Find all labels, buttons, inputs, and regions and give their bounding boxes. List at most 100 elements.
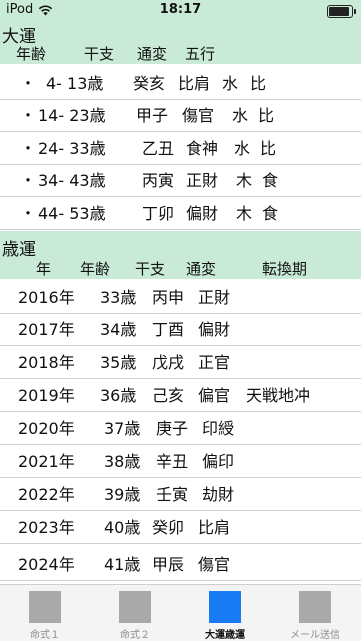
saiun-age: 39歳 (104, 485, 141, 504)
saiun-age: 33歳 (100, 288, 137, 307)
status-bar: iPod 18:17 (0, 0, 361, 20)
row-bullet: ・ (20, 139, 37, 158)
saiun-row[interactable]: 2019年 36歳 己亥 偏官 天戦地冲 (0, 380, 361, 412)
saiun-year: 2016年 (18, 288, 75, 307)
daiun-kanshi: 丙寅 (142, 171, 175, 190)
tab-label: 大運歳運 (205, 630, 245, 641)
saiun-age: 40歳 (104, 518, 141, 537)
saiun-kanshi: 己亥 (152, 386, 185, 405)
status-time: 18:17 (159, 2, 202, 17)
saiun-tsuhen: 劫財 (202, 485, 235, 504)
daiun-col-age: 年齢 (16, 45, 47, 63)
saiun-kanshi: 丙申 (152, 288, 185, 307)
daiun-kanshi: 乙丑 (142, 139, 175, 158)
saiun-tsuhen: 傷官 (198, 555, 231, 574)
saiun-kanshi: 壬寅 (156, 485, 189, 504)
saiun-year: 2024年 (18, 555, 75, 574)
tab-mail-send[interactable]: メール送信 (270, 585, 360, 641)
daiun-col-gogyo: 五行 (185, 45, 216, 63)
saiun-age: 38歳 (104, 452, 141, 471)
tab-daiun-saiun[interactable]: 大運歳運 (180, 585, 270, 641)
daiun-row[interactable]: ・ 4- 13歳 癸亥 比肩 水 比 (0, 68, 361, 100)
saiun-tsuhen: 正財 (198, 288, 231, 307)
saiun-age: 37歳 (104, 419, 141, 438)
daiun-kanshi: 癸亥 (133, 74, 166, 93)
saiun-tsuhen: 偏財 (198, 320, 231, 339)
saiun-col-age: 年齢 (80, 260, 111, 278)
saiun-age: 36歳 (100, 386, 137, 405)
daiun-header: 大運 年齢 干支 通変 五行 (0, 20, 361, 64)
saiun-tsuhen: 比肩 (198, 518, 231, 537)
saiun-tsuhen: 偏印 (202, 452, 235, 471)
daiun-age: 14- 23歳 (38, 106, 106, 125)
saiun-year: 2017年 (18, 320, 75, 339)
daiun-relation: 食 (262, 204, 279, 223)
daiun-relation: 比 (260, 139, 277, 158)
daiun-age: 44- 53歳 (38, 204, 106, 223)
daiun-col-tsuhen: 通変 (137, 45, 168, 63)
daiun-kanshi: 丁卯 (142, 204, 175, 223)
daiun-relation: 比 (250, 74, 267, 93)
daiun-kanshi: 甲子 (136, 106, 169, 125)
daiun-age: 4- 13歳 (46, 74, 104, 93)
daiun-age: 24- 33歳 (38, 139, 106, 158)
saiun-tenkan: 天戦地冲 (246, 386, 311, 405)
saiun-col-tsuhen: 通変 (186, 260, 217, 278)
tab-bar: 命式１ 命式２ 大運歳運 メール送信 (0, 584, 361, 641)
daiun-relation: 比 (258, 106, 275, 125)
saiun-kanshi: 甲辰 (152, 555, 185, 574)
daiun-age: 34- 43歳 (38, 171, 106, 190)
daiun-tsuhen: 食神 (186, 139, 219, 158)
saiun-row[interactable]: 2022年 39歳 壬寅 劫財 (0, 479, 361, 511)
tab-label: 命式２ (120, 630, 150, 641)
saiun-year: 2019年 (18, 386, 75, 405)
saiun-year: 2022年 (18, 485, 75, 504)
daiun-col-kanshi: 干支 (84, 45, 115, 63)
saiun-row[interactable]: 2017年 34歳 丁酉 偏財 (0, 314, 361, 346)
saiun-kanshi: 戊戌 (152, 353, 185, 372)
saiun-tsuhen: 正官 (198, 353, 231, 372)
tab-meishiki-2[interactable]: 命式２ (90, 585, 180, 641)
saiun-age: 34歳 (100, 320, 137, 339)
saiun-year: 2023年 (18, 518, 75, 537)
saiun-row[interactable]: 2020年 37歳 庚子 印綬 (0, 413, 361, 445)
saiun-title: 歳運 (2, 240, 36, 260)
saiun-age: 41歳 (104, 555, 141, 574)
tab-label: 命式１ (30, 630, 60, 641)
saiun-age: 35歳 (100, 353, 137, 372)
saiun-row[interactable]: 2023年 40歳 癸卯 比肩 (0, 512, 361, 544)
saiun-row[interactable]: 2021年 38歳 辛丑 偏印 (0, 446, 361, 478)
daiun-gogyo: 木 (236, 204, 253, 223)
tab-placeholder-icon (299, 591, 331, 623)
saiun-kanshi: 丁酉 (152, 320, 185, 339)
saiun-row[interactable]: 2024年 41歳 甲辰 傷官 (0, 549, 361, 581)
daiun-tsuhen: 偏財 (186, 204, 219, 223)
tab-placeholder-icon (209, 591, 241, 623)
tab-placeholder-icon (29, 591, 61, 623)
daiun-row[interactable]: ・ 44- 53歳 丁卯 偏財 木 食 (0, 198, 361, 230)
daiun-gogyo: 水 (222, 74, 239, 93)
row-bullet: ・ (20, 204, 37, 223)
row-bullet: ・ (20, 74, 37, 93)
saiun-kanshi: 癸卯 (152, 518, 185, 537)
tab-label: メール送信 (290, 630, 340, 641)
saiun-row[interactable]: 2018年 35歳 戊戌 正官 (0, 347, 361, 379)
row-bullet: ・ (20, 106, 37, 125)
daiun-relation: 食 (262, 171, 279, 190)
tab-placeholder-icon (119, 591, 151, 623)
daiun-tsuhen: 正財 (186, 171, 219, 190)
saiun-col-kanshi: 干支 (135, 260, 166, 278)
battery-icon (327, 5, 356, 18)
tab-meishiki-1[interactable]: 命式１ (0, 585, 90, 641)
daiun-row[interactable]: ・ 24- 33歳 乙丑 食神 水 比 (0, 133, 361, 165)
saiun-header: 歳運 年 年齢 干支 通変 転換期 (0, 231, 361, 279)
saiun-year: 2020年 (18, 419, 75, 438)
saiun-kanshi: 辛丑 (156, 452, 189, 471)
saiun-row[interactable]: 2016年 33歳 丙申 正財 (0, 282, 361, 314)
daiun-row[interactable]: ・ 34- 43歳 丙寅 正財 木 食 (0, 165, 361, 197)
daiun-tsuhen: 傷官 (182, 106, 215, 125)
saiun-col-tenkan: 転換期 (262, 260, 308, 278)
saiun-tsuhen: 印綬 (202, 419, 235, 438)
daiun-row[interactable]: ・ 14- 23歳 甲子 傷官 水 比 (0, 100, 361, 132)
saiun-year: 2021年 (18, 452, 75, 471)
